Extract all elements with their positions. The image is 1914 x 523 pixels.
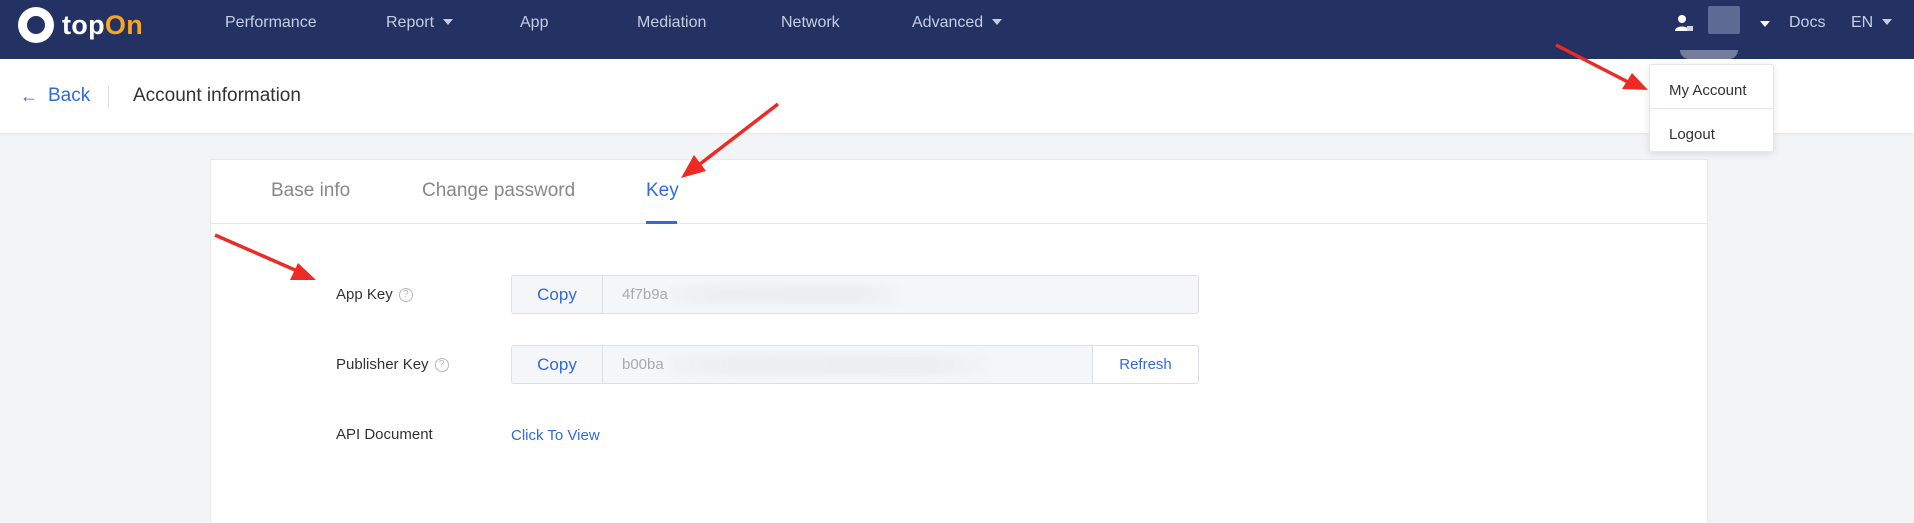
app-key-label: App Key ? (336, 286, 413, 303)
app-key-value: 4f7b9a (622, 286, 668, 303)
redaction-blur (670, 285, 900, 305)
nav-network[interactable]: Network (781, 0, 840, 45)
nav-report[interactable]: Report (386, 0, 454, 45)
chevron-down-icon (1760, 21, 1770, 27)
account-card: Base info Change password Key App Key ? … (210, 159, 1708, 523)
sub-header: ← Back Account information (0, 59, 1914, 133)
account-menu-toggle[interactable] (1751, 16, 1770, 34)
user-icon[interactable] (1674, 13, 1694, 33)
back-button[interactable]: ← Back (20, 85, 90, 107)
language-selector[interactable]: EN (1851, 0, 1893, 45)
tab-change-password[interactable]: Change password (422, 180, 575, 202)
redaction-blur (670, 355, 990, 375)
tab-base-info[interactable]: Base info (271, 180, 350, 202)
question-circle-icon[interactable]: ? (434, 357, 449, 372)
page-title: Account information (133, 85, 301, 106)
copy-app-key-button[interactable]: Copy (512, 276, 603, 313)
avatar-shadow (1680, 50, 1738, 59)
publisher-key-field: Copy b00ba Refresh (511, 345, 1199, 384)
question-circle-icon[interactable]: ? (398, 287, 413, 302)
divider (108, 86, 109, 108)
menu-item-my-account[interactable]: My Account (1669, 82, 1747, 99)
top-navigation-bar: topOn Performance Report App Mediation N… (0, 0, 1914, 59)
app-key-label-text: App Key (336, 286, 393, 303)
publisher-key-label-text: Publisher Key (336, 356, 429, 373)
copy-publisher-key-button[interactable]: Copy (512, 346, 603, 383)
back-label: Back (48, 85, 91, 106)
menu-divider (1650, 108, 1773, 109)
tab-key[interactable]: Key (646, 180, 679, 202)
avatar[interactable] (1708, 6, 1740, 34)
nav-mediation[interactable]: Mediation (637, 0, 706, 45)
active-tab-indicator (646, 221, 677, 224)
nav-performance[interactable]: Performance (225, 0, 317, 45)
chevron-down-icon (992, 19, 1003, 25)
publisher-key-label: Publisher Key ? (336, 356, 449, 373)
logo[interactable]: topOn (18, 6, 143, 44)
chevron-down-icon (1882, 19, 1893, 25)
account-dropdown-menu: My Account Logout (1649, 64, 1774, 152)
publisher-key-value: b00ba (622, 356, 664, 373)
app-key-field: Copy 4f7b9a (511, 275, 1199, 314)
topon-logo-icon (18, 7, 54, 43)
refresh-publisher-key-button[interactable]: Refresh (1092, 346, 1198, 383)
nav-docs[interactable]: Docs (1789, 0, 1825, 45)
api-document-label: API Document (336, 426, 433, 443)
tab-bar: Base info Change password Key (211, 160, 1707, 224)
arrow-left-icon: ← (20, 85, 38, 106)
menu-item-logout[interactable]: Logout (1669, 126, 1715, 143)
nav-advanced[interactable]: Advanced (912, 0, 1003, 45)
chevron-down-icon (443, 19, 454, 25)
nav-app[interactable]: App (520, 0, 548, 45)
api-document-link[interactable]: Click To View (511, 427, 600, 444)
logo-text: topOn (62, 9, 143, 40)
